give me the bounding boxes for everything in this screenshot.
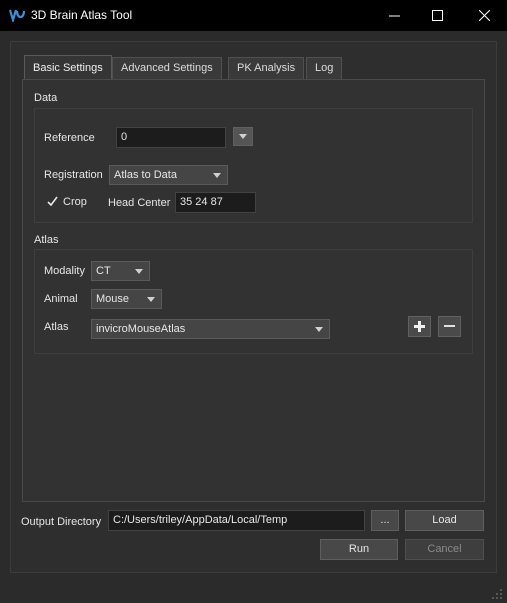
tab-basic-settings[interactable]: Basic Settings [24,55,112,80]
maximize-icon [432,10,443,21]
animal-label: Animal [44,293,78,305]
plus-icon [414,321,425,332]
chevron-down-icon [315,327,323,332]
atlas-select[interactable]: invicroMouseAtlas [91,319,330,339]
modality-select[interactable]: CT [91,261,150,281]
maximize-button[interactable] [415,0,460,31]
registration-select[interactable]: Atlas to Data [109,165,228,185]
add-atlas-button[interactable] [408,316,431,337]
chevron-down-icon [213,173,221,178]
title-bar: 3D Brain Atlas Tool [0,0,507,31]
app-logo-icon [9,9,25,22]
run-button[interactable]: Run [320,539,398,560]
modality-label: Modality [44,265,85,277]
resize-grip-icon[interactable] [491,588,503,600]
close-button[interactable] [462,0,507,31]
tab-pk-analysis[interactable]: PK Analysis [228,57,305,79]
head-center-field[interactable]: 35 24 87 [175,192,256,213]
animal-select[interactable]: Mouse [91,289,162,309]
atlas-label: Atlas [44,321,69,333]
window-title: 3D Brain Atlas Tool [31,8,133,22]
cancel-button[interactable]: Cancel [405,539,484,560]
reference-dropdown-button[interactable] [233,127,253,146]
registration-label: Registration [44,169,103,181]
output-directory-field[interactable]: C:/Users/triley/AppData/Local/Temp [108,510,365,531]
minimize-button[interactable] [372,0,417,31]
crop-checkbox[interactable] [46,195,59,208]
chevron-down-icon [147,297,155,302]
reference-label: Reference [44,132,95,144]
atlas-value: invicroMouseAtlas [96,323,186,335]
tab-advanced-settings[interactable]: Advanced Settings [112,57,222,79]
chevron-down-icon [239,133,247,139]
browse-button[interactable]: ... [371,510,399,531]
output-directory-label: Output Directory [21,516,102,528]
atlas-group-title: Atlas [34,234,59,246]
crop-label: Crop [63,196,87,208]
load-button[interactable]: Load [405,510,484,531]
animal-value: Mouse [96,293,130,305]
head-center-label: Head Center [108,197,171,209]
chevron-down-icon [135,269,143,274]
registration-value: Atlas to Data [114,169,177,181]
modality-value: CT [96,265,111,277]
minus-icon [444,325,455,327]
reference-field[interactable]: 0 [116,127,226,148]
minimize-icon [389,15,400,17]
checkmark-icon [47,196,58,207]
data-group-title: Data [34,92,58,104]
remove-atlas-button[interactable] [438,316,461,337]
tab-log[interactable]: Log [306,57,343,79]
close-icon [479,10,490,21]
